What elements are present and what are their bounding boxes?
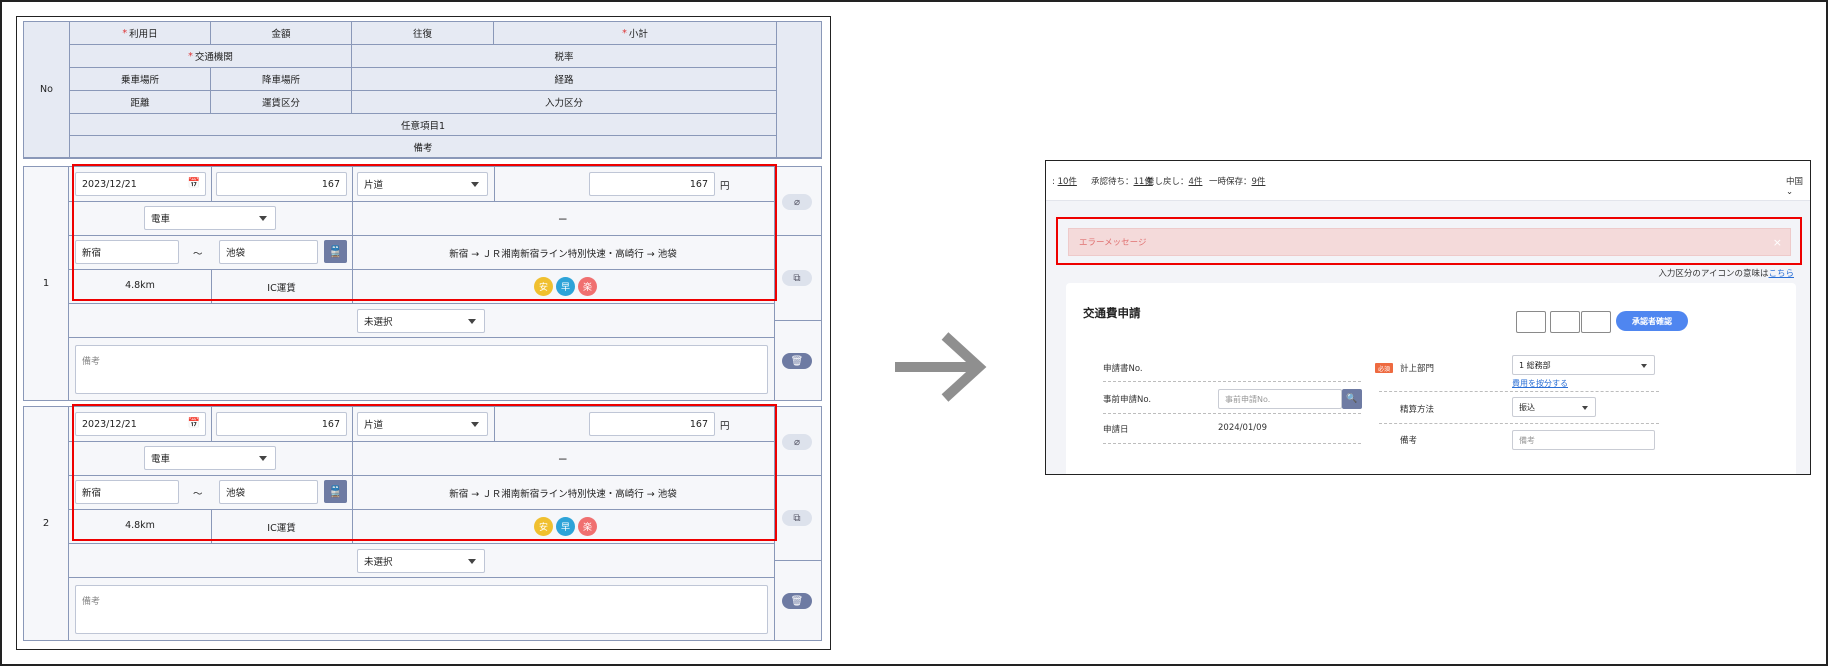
header-input-type: 入力区分 (352, 91, 777, 114)
settle-method-select[interactable]: 振込 (1512, 397, 1596, 417)
copy-button[interactable]: ⧉ (782, 270, 812, 286)
attach-button[interactable]: ⌀ (782, 434, 812, 450)
delete-button[interactable]: 🗑 (782, 353, 812, 369)
row-actions: ⌀ ⧉ 🗑 (774, 167, 822, 400)
trash-icon: 🗑 (790, 355, 804, 367)
table-header: No * 利用日 金額 往復 * 小計 * 交通機関 税率 乗車場所 降車場所 経路 … (23, 21, 822, 159)
row-actions: ⌀ ⧉ 🗑 (774, 407, 822, 640)
toolbar-square-button[interactable] (1581, 311, 1611, 333)
header-actions (777, 22, 821, 158)
page-title: 交通費申請 (1083, 306, 1141, 320)
chevron-down-icon (468, 559, 476, 564)
dept-select[interactable]: 1 総務部 (1512, 355, 1655, 375)
copy-icon: ⧉ (793, 512, 801, 524)
status-draft[interactable]: 一時保存：9件 (1209, 175, 1265, 187)
status-count-1[interactable]: : 10件 (1052, 175, 1077, 187)
app-date-value: 2024/01/09 (1218, 423, 1267, 433)
input-type-note: 入力区分のアイコンの意味はこちら (1658, 269, 1794, 279)
header-optional-item: 任意項目1 (70, 114, 777, 136)
error-message: エラーメッセージ (1079, 238, 1147, 248)
remarks-textarea[interactable]: 備考 (75, 585, 768, 634)
header-remarks: 備考 (70, 136, 777, 158)
delete-button[interactable]: 🗑 (782, 593, 812, 609)
highlight-box (72, 404, 777, 541)
status-topbar: : 10件 承認待ち：11件 差し戻し：4件 一時保存：9件 中国 ⌄ (1046, 161, 1810, 201)
expense-detail-table-panel: No * 利用日 金額 往復 * 小計 * 交通機関 税率 乗車場所 降車場所 経路 … (16, 16, 831, 650)
icon-help-link[interactable]: こちら (1768, 269, 1794, 279)
settle-method-label: 精算方法 (1400, 405, 1435, 415)
highlight-box: エラーメッセージ × (1056, 217, 1802, 265)
app-no-label: 申請書No. (1103, 364, 1143, 374)
row-number: 2 (24, 407, 69, 640)
header-amount: 金額 (211, 22, 352, 45)
copy-button[interactable]: ⧉ (782, 510, 812, 526)
chevron-down-icon (468, 319, 476, 324)
required-tag: 必須 (1375, 363, 1393, 373)
toolbar-square-button[interactable] (1516, 311, 1546, 333)
chevron-down-icon (1641, 364, 1647, 368)
paperclip-icon: ⌀ (793, 196, 801, 208)
optional-item-select[interactable]: 未選択 (357, 549, 485, 573)
header-distance: 距離 (70, 91, 211, 114)
header-fare-type: 運賃区分 (211, 91, 352, 114)
header-tax-rate: 税率 (352, 45, 777, 68)
trash-icon: 🗑 (790, 595, 804, 607)
remarks-textarea[interactable]: 備考 (75, 345, 768, 394)
optional-item-select[interactable]: 未選択 (357, 309, 485, 333)
travel-expense-screen: : 10件 承認待ち：11件 差し戻し：4件 一時保存：9件 中国 ⌄ エラーメ… (1045, 160, 1811, 475)
header-round-trip: 往復 (352, 22, 494, 45)
paperclip-icon: ⌀ (793, 436, 801, 448)
approver-check-button[interactable]: 承認者確認 (1616, 311, 1688, 331)
close-icon[interactable]: × (1773, 236, 1782, 249)
search-icon: 🔍 (1346, 394, 1358, 404)
copy-icon: ⧉ (793, 272, 801, 284)
highlight-box (72, 164, 777, 301)
app-date-label: 申請日 (1103, 425, 1129, 435)
pre-app-no-input[interactable]: 事前申請No. (1218, 389, 1342, 409)
status-pending-approval[interactable]: 承認待ち：11件 (1091, 175, 1153, 187)
attach-button[interactable]: ⌀ (782, 194, 812, 210)
header-no: No (24, 22, 70, 158)
header-transport: * 交通機関 (70, 45, 352, 68)
status-returned[interactable]: 差し戻し：4件 (1146, 175, 1202, 187)
header-board-place: 乗車場所 (70, 68, 211, 91)
dept-label: 計上部門 (1400, 364, 1435, 374)
header-alight-place: 降車場所 (211, 68, 352, 91)
error-banner: エラーメッセージ × (1068, 228, 1791, 256)
application-form-card: 交通費申請 承認者確認 申請書No. 事前申請No. 事前申請No. 🔍 申請日… (1066, 283, 1796, 474)
header-subtotal: * 小計 (494, 22, 777, 45)
arrow-right-icon (895, 332, 987, 402)
pre-app-no-label: 事前申請No. (1103, 395, 1152, 405)
header-route: 経路 (352, 68, 777, 91)
split-cost-link[interactable]: 費用を按分する (1512, 378, 1568, 389)
chevron-down-icon (1582, 406, 1588, 410)
toolbar-square-button[interactable] (1550, 311, 1580, 333)
row-number: 1 (24, 167, 69, 400)
header-usage-date: * 利用日 (70, 22, 211, 45)
remarks-label: 備考 (1400, 436, 1418, 446)
language-menu[interactable]: 中国 ⌄ (1786, 175, 1810, 197)
remarks-input[interactable]: 備考 (1512, 430, 1655, 450)
search-button[interactable]: 🔍 (1342, 389, 1362, 409)
